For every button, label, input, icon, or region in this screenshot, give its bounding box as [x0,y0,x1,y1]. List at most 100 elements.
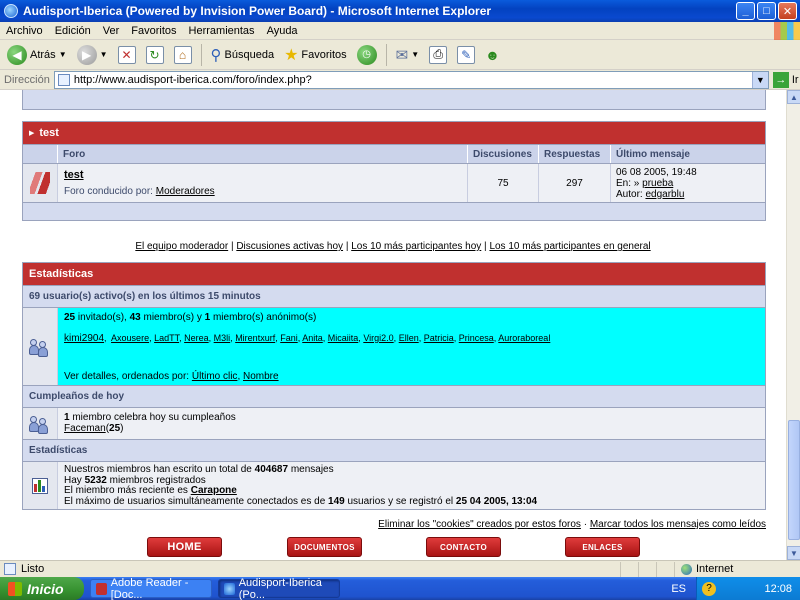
user-link[interactable]: Axousere [111,333,149,343]
last-post-author-label: Autor: [616,188,643,200]
home-nav-button[interactable]: HOME [147,537,222,557]
home-icon: ⌂ [173,45,192,64]
minimize-button[interactable]: _ [736,2,755,20]
footer-actions: Eliminar los "cookies" creados por estos… [378,519,766,530]
statistics-box: Estadísticas 69 usuario(s) activo(s) en … [22,262,766,510]
page-done-icon [4,563,16,575]
moderators-link[interactable]: Moderadores [156,186,215,197]
user-link[interactable]: Auroraboreal [498,333,550,343]
user-link[interactable]: Fani [280,333,298,343]
favorites-button[interactable]: ★ Favoritos [281,43,350,67]
birthday-count: 1 [64,412,70,423]
members-label: miembro(s) y [143,312,202,323]
taskbar-item-ie[interactable]: Audisport-Iberica (Po... [218,577,340,600]
messenger-button[interactable]: ☻ [482,45,503,65]
edit-icon: ✎ [457,45,476,64]
home-button[interactable]: ⌂ [171,44,195,66]
stop-button[interactable]: ✕ [115,44,139,66]
documentos-nav-button[interactable]: DOCUMENTOS [287,537,362,557]
close-button[interactable]: ✕ [778,2,797,20]
user-link[interactable]: Princesa [459,333,494,343]
scroll-down-icon[interactable]: ▼ [787,546,800,560]
user-link[interactable]: Patricia [424,333,454,343]
menu-favoritos[interactable]: Favoritos [125,25,182,37]
refresh-button[interactable]: ↻ [143,44,167,66]
toolbar: ◀ Atrás ▼ ▶ ▼ ✕ ↻ ⌂ ⚲ Búsqueda ★ Favorit… [0,40,800,70]
address-input[interactable]: http://www.audisport-iberica.com/foro/in… [53,70,769,89]
forward-button[interactable]: ▶ ▼ [74,43,111,67]
active-users-title: 69 usuario(s) activo(s) en los últimos 1… [23,285,765,307]
messenger-icon: ☻ [485,46,500,63]
newest-member-link[interactable]: Carapone [191,485,237,496]
maximize-button[interactable]: □ [757,2,776,20]
tray-help-icon[interactable]: ? [702,581,716,596]
top10-all-link[interactable]: Los 10 más participantes en general [489,241,650,252]
sort-name-link[interactable]: Nombre [243,371,279,382]
forum-table-header: Foro Discusiones Respuestas Último mensa… [23,144,765,164]
category-title[interactable]: test [39,127,59,139]
user-link[interactable]: LadTT [154,333,179,343]
language-indicator[interactable]: ES [671,583,686,595]
details-label: Ver detalles, ordenados por: [64,371,190,382]
title-bar: Audisport-Iberica (Powered by Invision P… [0,0,800,22]
members-count: 5232 [84,474,107,486]
enlaces-nav-button[interactable]: ENLACES [565,537,640,557]
search-button[interactable]: ⚲ Búsqueda [208,44,278,66]
anon-count: 1 [204,312,211,323]
user-link[interactable]: kimi2904 [64,333,104,344]
history-button[interactable]: ◷ [354,43,380,67]
last-post-topic-link[interactable]: prueba [642,178,673,189]
menu-ayuda[interactable]: Ayuda [261,25,304,37]
menu-edicion[interactable]: Edición [49,25,97,37]
delete-cookies-link[interactable]: Eliminar los "cookies" creados por estos… [378,519,581,530]
board-stats-title: Estadísticas [23,439,765,461]
user-link[interactable]: Mirentxurf [235,333,275,343]
guest-count: 25 [64,312,76,323]
menu-herramientas[interactable]: Herramientas [183,25,261,37]
back-button[interactable]: ◀ Atrás ▼ [4,43,70,67]
search-label: Búsqueda [224,48,275,61]
scroll-up-icon[interactable]: ▲ [787,90,800,104]
birthdays-row: 1 miembro celebra hoy su cumpleaños Face… [23,407,765,439]
scroll-thumb[interactable] [788,420,800,540]
go-button[interactable]: → Ir [772,71,799,88]
sort-last-click-link[interactable]: Último clic [192,371,238,382]
taskbar-item-adobe[interactable]: Adobe Reader - [Doc... [90,577,212,600]
adobe-reader-icon [96,582,107,595]
address-label: Dirección [4,73,50,86]
birthday-user-link[interactable]: Faceman [64,423,106,434]
forward-arrow-icon: ▶ [76,44,97,65]
menu-ver[interactable]: Ver [97,25,126,37]
user-link[interactable]: M3li [214,333,231,343]
print-button[interactable]: ⎙ [426,44,450,66]
max-users: 149 [328,495,345,507]
start-button[interactable]: Inicio [0,577,84,600]
edit-button[interactable]: ✎ [454,44,478,66]
mail-button[interactable]: ✉ ▼ [393,44,423,66]
active-topics-link[interactable]: Discusiones activas hoy [236,241,343,252]
user-link[interactable]: Virgi2.0 [363,333,393,343]
posts-unit: mensajes [290,464,334,475]
refresh-icon: ↻ [145,45,164,64]
last-post-author-link[interactable]: edgarblu [645,189,684,200]
forum-link[interactable]: test [64,169,467,181]
window-title: Audisport-Iberica (Powered by Invision P… [23,4,492,18]
user-link[interactable]: Nerea [184,333,209,343]
ie-icon [4,4,18,18]
user-link[interactable]: Anita [302,333,323,343]
newest-text: El miembro más reciente es [64,485,188,496]
security-zone: Internet [674,561,800,577]
mark-read-link[interactable]: Marcar todos los mensajes como leídos [590,519,766,530]
menu-archivo[interactable]: Archivo [0,25,49,37]
favorites-label: Favoritos [301,48,347,61]
top10-today-link[interactable]: Los 10 más participantes hoy [351,241,481,252]
user-link[interactable]: Ellen [399,333,419,343]
forum-row: test Foro conducido por: Moderadores 75 … [23,164,765,202]
chevron-down-icon: ▼ [58,50,67,59]
vertical-scrollbar[interactable]: ▲ ▼ [786,90,800,560]
contacto-nav-button[interactable]: CONTACTO [426,537,501,557]
user-link[interactable]: Micaiita [328,333,359,343]
chevron-down-icon[interactable]: ▼ [751,71,768,88]
max-pre: El máximo de usuarios simultáneamente co… [64,495,326,507]
mod-team-link[interactable]: El equipo moderador [135,241,228,252]
